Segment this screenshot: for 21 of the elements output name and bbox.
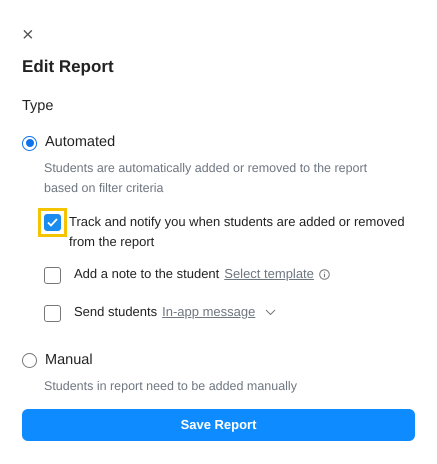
checkbox[interactable] (44, 214, 61, 231)
section-label: Type (22, 97, 54, 116)
dialog-title: Edit Report (22, 57, 115, 78)
description-text: Students are automatically added or removed to the report based on filter criteria (44, 160, 368, 197)
caret-icon[interactable] (265, 308, 276, 316)
description-text: Students in report need to be added manually (44, 378, 298, 395)
close-button[interactable]: × (22, 25, 34, 45)
template-link[interactable]: Select template (224, 264, 314, 284)
radio-button[interactable] (22, 136, 37, 151)
radio-label: Manual (45, 350, 93, 370)
option-label: Send students (74, 302, 158, 321)
check-icon (47, 218, 58, 227)
option-label: Add a note to the student (74, 264, 220, 283)
radio-button[interactable] (22, 353, 37, 368)
option-label: Track and notify you when students are added or removed from the report (69, 212, 406, 251)
save-button[interactable]: Save Report (22, 409, 415, 441)
message-type-link[interactable]: In-app message (162, 302, 256, 322)
checkbox[interactable] (44, 266, 61, 284)
radio-label: Automated (45, 133, 116, 152)
checkbox[interactable] (44, 304, 61, 322)
info-icon (318, 268, 330, 280)
